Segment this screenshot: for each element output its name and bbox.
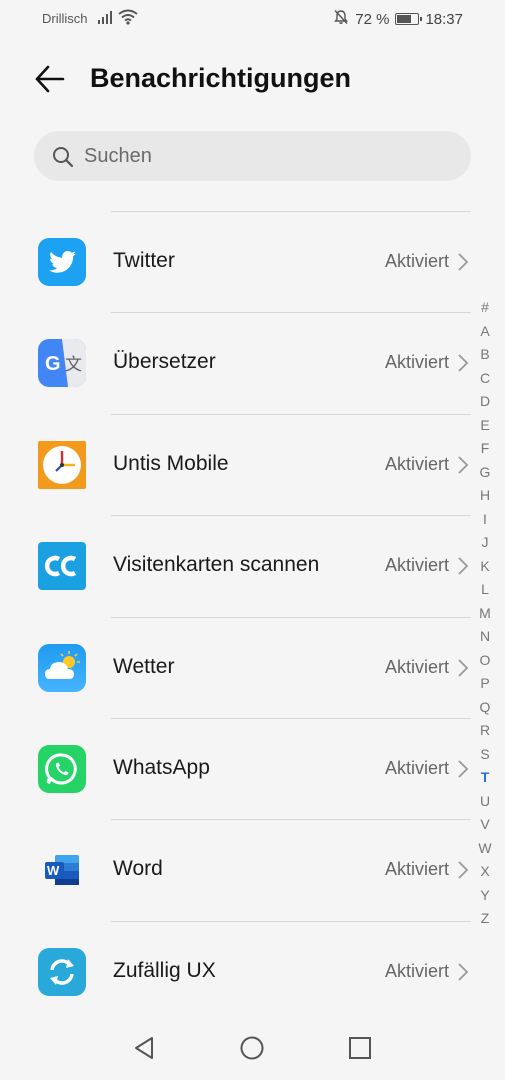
index-letter[interactable]: H xyxy=(480,484,490,508)
bell-muted-icon xyxy=(333,9,349,29)
chevron-right-icon xyxy=(457,252,469,277)
index-letter[interactable]: # xyxy=(481,296,489,320)
status-bar: Drillisch 72 % 18:37 xyxy=(0,0,505,38)
status-label: Aktiviert xyxy=(384,352,449,373)
index-letter[interactable]: Q xyxy=(480,696,491,720)
status-label: Aktiviert xyxy=(384,453,449,474)
index-letter[interactable]: E xyxy=(480,414,489,438)
index-letter[interactable]: F xyxy=(481,437,490,461)
list-item[interactable]: Zufällig UX Aktiviert xyxy=(0,922,505,1023)
list-item[interactable]: Twitter Aktiviert xyxy=(0,212,505,314)
app-name: WhatsApp xyxy=(113,755,210,779)
search-icon xyxy=(51,145,75,174)
list-item[interactable]: Visitenkarten scannen Aktiviert xyxy=(0,516,505,618)
index-letter[interactable]: C xyxy=(480,367,490,391)
list-item[interactable]: WhatsApp Aktiviert xyxy=(0,719,505,821)
chevron-right-icon xyxy=(457,658,469,683)
index-letter[interactable]: U xyxy=(480,790,490,814)
weather-icon xyxy=(38,643,86,692)
twitter-icon xyxy=(38,238,86,286)
status-label: Aktiviert xyxy=(384,251,449,271)
index-letter[interactable]: R xyxy=(480,719,490,743)
svg-text:G: G xyxy=(45,353,61,375)
chevron-right-icon xyxy=(457,353,469,378)
battery-fill xyxy=(397,15,412,23)
triangle-back-icon xyxy=(135,1037,153,1059)
index-letter[interactable]: K xyxy=(480,555,489,579)
app-name: Zufällig UX xyxy=(113,958,216,982)
status-label: Aktiviert xyxy=(384,757,449,778)
index-letter[interactable]: G xyxy=(480,461,491,485)
index-letter[interactable]: B xyxy=(480,343,489,367)
status-label: Aktiviert xyxy=(384,960,449,981)
search-bar[interactable] xyxy=(34,131,471,181)
index-letter[interactable]: X xyxy=(480,860,489,884)
index-letter[interactable]: M xyxy=(479,602,491,626)
index-letter[interactable]: A xyxy=(480,320,489,344)
index-letter[interactable]: N xyxy=(480,625,490,649)
index-letter[interactable]: T xyxy=(481,766,490,790)
wifi-icon xyxy=(118,9,138,28)
header: Benachrichtigungen xyxy=(0,50,505,110)
nav-home-button[interactable] xyxy=(238,1034,266,1067)
battery-percent: 72 % xyxy=(355,10,390,28)
search-input[interactable] xyxy=(84,131,454,181)
alphabet-index[interactable]: # A B C D E F G H I J K L M N O P Q R S T U V W X Y Z xyxy=(473,296,497,931)
word-icon: W xyxy=(38,846,86,894)
nav-back-button[interactable] xyxy=(130,1034,158,1067)
index-letter[interactable]: W xyxy=(478,837,491,861)
status-label: Aktiviert xyxy=(384,656,449,677)
index-letter[interactable]: O xyxy=(480,649,491,673)
index-letter[interactable]: S xyxy=(480,743,489,767)
index-letter[interactable]: Y xyxy=(480,884,489,908)
index-letter[interactable]: Z xyxy=(481,907,490,931)
status-label: Aktiviert xyxy=(384,555,449,576)
sync-icon xyxy=(38,947,86,996)
signal-icon xyxy=(98,10,114,27)
navigation-bar xyxy=(0,1020,505,1080)
list-item[interactable]: Wetter Aktiviert xyxy=(0,618,505,719)
app-name: Untis Mobile xyxy=(113,451,229,475)
list-item[interactable]: Untis Mobile Aktiviert xyxy=(0,415,505,517)
index-letter[interactable]: V xyxy=(480,813,489,837)
clock-icon xyxy=(38,440,86,489)
carrier-label: Drillisch xyxy=(42,11,88,26)
chevron-right-icon xyxy=(457,455,469,480)
list-item[interactable]: W Word Aktiviert xyxy=(0,820,505,922)
list-item[interactable]: G 文 Übersetzer Aktiviert xyxy=(0,313,505,415)
index-letter[interactable]: I xyxy=(483,508,487,532)
index-letter[interactable]: J xyxy=(482,531,489,555)
clock: 18:37 xyxy=(425,10,463,28)
whatsapp-icon xyxy=(38,744,86,793)
back-button[interactable] xyxy=(30,62,70,96)
app-name: Übersetzer xyxy=(113,350,216,374)
index-letter[interactable]: L xyxy=(481,578,489,602)
status-label: Aktiviert xyxy=(384,859,449,880)
app-name: Wetter xyxy=(113,654,175,678)
status-right: 72 % 18:37 xyxy=(333,9,463,29)
svg-text:文: 文 xyxy=(65,355,82,375)
app-name: Twitter xyxy=(113,249,175,272)
arrow-left-icon xyxy=(35,65,65,93)
chevron-right-icon xyxy=(457,759,469,784)
svg-text:W: W xyxy=(47,863,60,878)
page-title: Benachrichtigungen xyxy=(90,63,352,93)
app-name: Word xyxy=(113,857,163,881)
app-list: Twitter Aktiviert G 文 Übersetzer Aktivie… xyxy=(0,212,505,1023)
chevron-right-icon xyxy=(457,962,469,987)
nav-recents-button[interactable] xyxy=(346,1034,374,1067)
translate-icon: G 文 xyxy=(38,339,86,388)
app-name: Visitenkarten scannen xyxy=(113,553,320,577)
square-recents-icon xyxy=(349,1037,371,1059)
index-letter[interactable]: P xyxy=(480,672,489,696)
chevron-right-icon xyxy=(457,860,469,885)
index-letter[interactable]: D xyxy=(480,390,490,414)
battery-icon xyxy=(395,13,423,25)
chevron-right-icon xyxy=(457,556,469,581)
camcard-icon xyxy=(38,542,86,591)
circle-home-icon xyxy=(240,1036,264,1060)
